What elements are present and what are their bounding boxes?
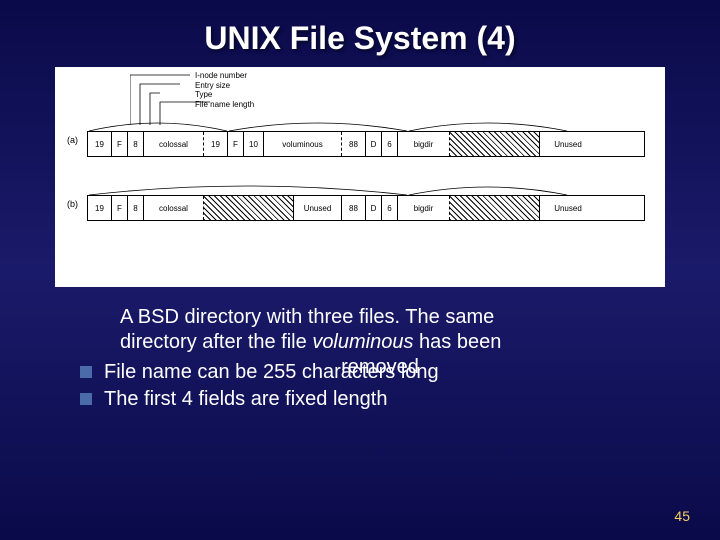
- bullet-2-text: The first 4 fields are fixed length: [104, 387, 387, 412]
- caption-line2a: directory after the file: [120, 331, 312, 353]
- bullet-icon: [80, 393, 92, 405]
- bullet-2: The first 4 fields are fixed length: [80, 387, 640, 412]
- bullet-1-text: File name can be 255 characters long: [104, 360, 439, 385]
- legend-inode: I-node number: [195, 71, 254, 81]
- a-e2-len: 10: [244, 132, 264, 156]
- directory-row-a: (a) 19 F 8 colossal 19 F 10 voluminous 8…: [75, 131, 645, 157]
- caption-line2c: has been: [413, 331, 501, 353]
- b-unused1-label: Unused: [294, 196, 342, 220]
- page-title: UNIX File System (4): [0, 0, 720, 67]
- bullet-icon: [80, 366, 92, 378]
- b-e3-len: 6: [382, 196, 398, 220]
- b-e3-inode: 88: [342, 196, 366, 220]
- directory-row-b: (b) 19 F 8 colossal Unused 88 D 6 bigdir…: [75, 195, 645, 221]
- entries-b: 19 F 8 colossal Unused 88 D 6 bigdir Unu…: [87, 195, 645, 221]
- a-e2-type: F: [228, 132, 244, 156]
- a-unused-hatch: [450, 132, 540, 156]
- a-e1-name: colossal: [144, 132, 204, 156]
- legend-namelen: File name length: [195, 100, 254, 110]
- b-e1-inode: 19: [88, 196, 112, 220]
- caption-line1: A BSD directory with three files. The sa…: [120, 306, 494, 328]
- b-unused2-label: Unused: [540, 196, 596, 220]
- legend-entrysize: Entry size: [195, 81, 254, 91]
- a-e3-len: 6: [382, 132, 398, 156]
- b-unused1-hatch: [204, 196, 294, 220]
- entries-a: 19 F 8 colossal 19 F 10 voluminous 88 D …: [87, 131, 645, 157]
- b-unused2-hatch: [450, 196, 540, 220]
- a-e3-inode: 88: [342, 132, 366, 156]
- legend-type: Type: [195, 90, 254, 100]
- page-number: 45: [674, 508, 690, 524]
- a-e1-inode: 19: [88, 132, 112, 156]
- a-e1-len: 8: [128, 132, 144, 156]
- b-e1-name: colossal: [144, 196, 204, 220]
- a-e2-name: voluminous: [264, 132, 342, 156]
- a-e3-type: D: [366, 132, 382, 156]
- row-a-label: (a): [67, 135, 78, 145]
- b-e1-type: F: [112, 196, 128, 220]
- a-e1-type: F: [112, 132, 128, 156]
- diagram-figure: I-node number Entry size Type File name …: [55, 67, 665, 287]
- a-unused-label: Unused: [540, 132, 596, 156]
- bullet-1: File name can be 255 characters long: [80, 360, 640, 385]
- b-e3-name: bigdir: [398, 196, 450, 220]
- a-e2-inode: 19: [204, 132, 228, 156]
- caption-and-bullets: A BSD directory with three files. The sa…: [80, 305, 640, 412]
- caption-line2b: voluminous: [312, 331, 413, 353]
- field-legend: I-node number Entry size Type File name …: [195, 71, 254, 109]
- b-e3-type: D: [366, 196, 382, 220]
- b-e1-len: 8: [128, 196, 144, 220]
- a-e3-name: bigdir: [398, 132, 450, 156]
- row-b-label: (b): [67, 199, 78, 209]
